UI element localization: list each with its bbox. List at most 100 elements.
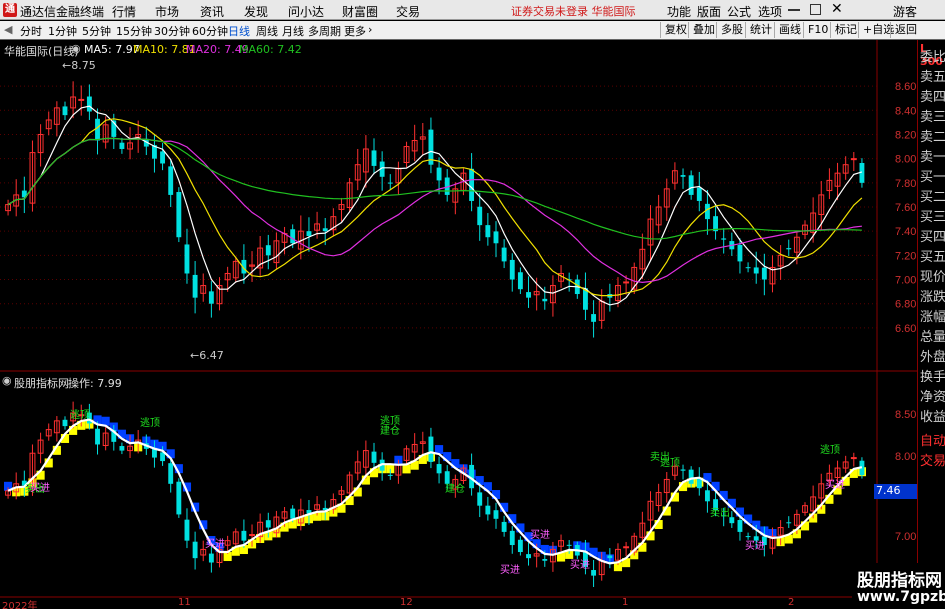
candle-body-down xyxy=(95,118,100,141)
tool-overlay[interactable]: 叠加 xyxy=(688,22,719,38)
tool-f10[interactable]: F10 xyxy=(803,22,832,38)
sidebar-item[interactable]: 卖一 xyxy=(920,146,945,165)
candle-body-down xyxy=(737,520,743,532)
period-1min[interactable]: 1分钟 xyxy=(48,23,77,39)
price-axis-label: 7.20 xyxy=(895,250,916,262)
candle-body-down xyxy=(290,229,296,244)
sidebar-item[interactable]: 买三 xyxy=(920,206,945,225)
period-more[interactable]: 更多 xyxy=(344,23,366,39)
menu-function[interactable]: 功能 xyxy=(667,3,691,20)
indicator-toggle-icon[interactable]: ◉ xyxy=(2,374,12,387)
tool-stats[interactable]: 统计 xyxy=(745,22,776,38)
sidebar-item[interactable]: 卖二 xyxy=(920,126,945,145)
sidebar-item[interactable]: 委比 xyxy=(920,46,945,65)
sidebar-item[interactable]: 买一 xyxy=(920,166,945,185)
sidebar-item[interactable]: 卖四 xyxy=(920,86,945,105)
sidebar-item[interactable]: 买五 xyxy=(920,246,945,265)
candle-body-down xyxy=(477,492,483,506)
close-icon[interactable]: ✕ xyxy=(831,1,843,17)
menu-quotes[interactable]: 行情 xyxy=(112,3,136,20)
sidebar-item[interactable]: 自动 xyxy=(920,430,945,449)
sidebar-item[interactable]: 收益 xyxy=(920,406,945,425)
period-monthly[interactable]: 月线 xyxy=(282,23,304,39)
menu-ask[interactable]: 问小达 xyxy=(288,3,324,20)
candle-body-down xyxy=(371,150,377,166)
candle-body-down xyxy=(184,244,190,274)
candle-body-up xyxy=(850,457,857,460)
price-axis-label: 6.60 xyxy=(895,323,916,335)
chart-area[interactable]: 8.60 8.40 8.20 8.00 7.80 7.60 7.40 7.20 7.00 6.80… xyxy=(0,40,917,598)
signal-label: 建仓 xyxy=(445,482,465,495)
period-weekly[interactable]: 周线 xyxy=(256,23,278,39)
sidebar-item[interactable]: 卖五 xyxy=(920,66,945,85)
candle-body-down xyxy=(688,175,694,195)
tool-return[interactable]: 返回 xyxy=(890,22,921,38)
candle-body-down xyxy=(436,167,442,181)
tool-draw[interactable]: 画线 xyxy=(774,22,805,38)
candle-body-down xyxy=(493,510,499,519)
period-30min[interactable]: 30分钟 xyxy=(154,23,190,39)
tool-mark[interactable]: 标记 xyxy=(830,22,861,38)
indicator-name: 股朋指标网 xyxy=(14,377,69,390)
menu-market[interactable]: 市场 xyxy=(155,3,179,20)
indicator-axis-label: 8.00 xyxy=(895,451,916,463)
menu-wealth[interactable]: 财富圈 xyxy=(342,3,378,20)
signal-label: 卖出 xyxy=(710,506,730,519)
period-daily[interactable]: 日线 xyxy=(228,23,250,39)
sidebar-item[interactable]: 净资 xyxy=(920,386,945,405)
sidebar-item[interactable]: 涨幅 xyxy=(920,306,945,325)
candle-body-down xyxy=(542,559,548,561)
tool-multi-stock[interactable]: 多股 xyxy=(716,22,747,38)
sidebar-item[interactable]: 涨跌 xyxy=(920,286,945,305)
guest-label[interactable]: 游客 xyxy=(893,3,917,20)
candle-body-down xyxy=(786,522,792,524)
candle-body-down xyxy=(265,245,271,256)
period-60min[interactable]: 60分钟 xyxy=(192,23,228,39)
period-15min[interactable]: 15分钟 xyxy=(116,23,152,39)
sidebar-item[interactable]: 买四 xyxy=(920,226,945,245)
stock-title: 华能国际(日线) xyxy=(4,45,79,58)
candle-body-down xyxy=(192,541,198,559)
sidebar-item[interactable]: 现价 xyxy=(920,266,945,285)
sidebar-item[interactable]: 外盘 xyxy=(920,346,945,365)
candle-body-down xyxy=(704,490,710,502)
ma5-label: MA5: 7.97 xyxy=(84,43,140,56)
menu-discover[interactable]: 发现 xyxy=(244,3,268,20)
price-axis-label: 6.80 xyxy=(895,299,916,311)
sidebar-item[interactable]: 买二 xyxy=(920,186,945,205)
indicator-op-label: 操作: 7.99 xyxy=(68,377,122,390)
menu-layout[interactable]: 版面 xyxy=(697,3,721,20)
candle-body-down xyxy=(737,244,743,262)
ma-toggle-icon[interactable]: ◉ xyxy=(71,42,81,55)
candle-body-down xyxy=(265,520,271,528)
tool-adjust[interactable]: 复权 xyxy=(660,22,691,38)
date-axis: 2022年 11 12 1 2 xyxy=(0,597,852,609)
sidebar-item[interactable]: 卖三 xyxy=(920,106,945,125)
login-warning[interactable]: 证券交易未登录 华能国际 xyxy=(511,3,636,19)
maximize-icon[interactable] xyxy=(810,4,821,15)
sidebar-item[interactable]: 交易 xyxy=(920,450,945,469)
more-chevron-icon[interactable]: › xyxy=(368,23,372,36)
candle-body-down xyxy=(119,142,125,149)
minimize-icon[interactable] xyxy=(788,9,800,11)
menu-trade[interactable]: 交易 xyxy=(396,3,420,20)
kline-chart[interactable]: 8.60 8.40 8.20 8.00 7.80 7.60 7.40 7.20 7.00 6.80… xyxy=(0,40,917,598)
price-axis-label: 7.00 xyxy=(895,275,916,287)
candle-body-down xyxy=(86,96,92,112)
candle-body-down xyxy=(168,463,174,484)
candle-body-down xyxy=(208,553,214,563)
period-multi[interactable]: 多周期 xyxy=(308,23,341,39)
back-icon[interactable]: ◀ xyxy=(4,23,12,36)
price-axis-label: 7.40 xyxy=(895,226,916,238)
trend-block xyxy=(402,464,411,474)
candle-body-down xyxy=(160,151,166,164)
period-timeshare[interactable]: 分时 xyxy=(20,23,42,39)
period-5min[interactable]: 5分钟 xyxy=(82,23,111,39)
candle-body-down xyxy=(168,166,174,195)
menu-options[interactable]: 选项 xyxy=(758,3,782,20)
sidebar-item[interactable]: 换手 xyxy=(920,366,945,385)
watermark: 股朋指标网 www.7gpzb.com xyxy=(852,563,945,609)
menu-news[interactable]: 资讯 xyxy=(200,3,224,20)
sidebar-item[interactable]: 总量 xyxy=(920,326,945,345)
menu-formula[interactable]: 公式 xyxy=(727,3,751,20)
